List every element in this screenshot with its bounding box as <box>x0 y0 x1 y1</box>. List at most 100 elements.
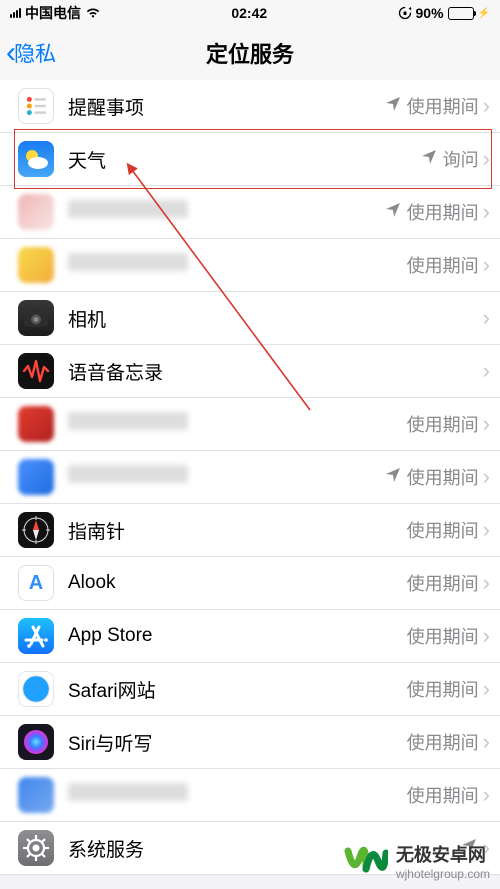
row-status-label: 使用期间 <box>407 623 479 649</box>
row-label: Safari网站 <box>68 676 407 703</box>
row-label: 提醒事项 <box>68 93 385 120</box>
chevron-right-icon: › <box>483 411 500 437</box>
blur2-app-icon <box>18 247 54 283</box>
row-status: 询问 <box>421 146 483 172</box>
row-label <box>68 465 385 489</box>
app-list: 提醒事项使用期间›天气询问›使用期间›使用期间›相机›语音备忘录›使用期间›使用… <box>0 80 500 875</box>
row-status-label: 使用期间 <box>407 570 479 596</box>
row-status: 使用期间 <box>385 93 483 119</box>
chevron-right-icon: › <box>483 146 500 172</box>
row-status: 使用期间 <box>407 570 483 596</box>
row-status-label: 使用期间 <box>407 464 479 490</box>
blur3-app-icon <box>18 406 54 442</box>
back-label: 隐私 <box>14 38 56 68</box>
page-title: 定位服务 <box>206 37 294 69</box>
row-status-label: 使用期间 <box>407 252 479 278</box>
row-siri[interactable]: Siri与听写使用期间› <box>0 716 500 769</box>
chevron-right-icon: › <box>483 570 500 596</box>
row-status: 使用期间 <box>407 782 483 808</box>
row-alook[interactable]: AAlook使用期间› <box>0 557 500 610</box>
row-status-label: 使用期间 <box>407 199 479 225</box>
chevron-right-icon: › <box>483 252 500 278</box>
redacted-label <box>68 412 188 430</box>
watermark-brand: 无极安卓网 <box>396 841 490 867</box>
clock-label: 02:42 <box>231 5 267 21</box>
row-status-label: 使用期间 <box>407 93 479 119</box>
watermark: 无极安卓网 wjhotelgroup.com <box>334 833 500 889</box>
row-label: 指南针 <box>68 517 407 544</box>
camera-app-icon <box>18 300 54 336</box>
cell-signal-icon <box>10 8 21 18</box>
row-status-label: 使用期间 <box>407 729 479 755</box>
voice-app-icon <box>18 353 54 389</box>
redacted-label <box>68 783 188 801</box>
chevron-right-icon: › <box>483 358 500 384</box>
row-label: 天气 <box>68 146 421 173</box>
location-arrow-icon <box>421 149 437 170</box>
blur5-app-icon <box>18 777 54 813</box>
row-label <box>68 200 385 224</box>
status-left: 中国电信 <box>10 3 101 23</box>
watermark-logo-icon <box>344 839 388 883</box>
row-status-label: 使用期间 <box>407 517 479 543</box>
location-arrow-icon <box>385 467 401 488</box>
weather-app-icon <box>18 141 54 177</box>
safari-app-icon <box>18 671 54 707</box>
chevron-right-icon: › <box>483 305 500 331</box>
row-status-label: 使用期间 <box>407 411 479 437</box>
row-compass[interactable]: 指南针使用期间› <box>0 504 500 557</box>
row-status: 使用期间 <box>407 411 483 437</box>
siri-app-icon <box>18 724 54 760</box>
row-blur4[interactable]: 使用期间› <box>0 451 500 504</box>
battery-pct-label: 90% <box>416 5 444 21</box>
carrier-label: 中国电信 <box>25 3 81 23</box>
location-arrow-icon <box>385 202 401 223</box>
watermark-text: 无极安卓网 wjhotelgroup.com <box>396 841 490 881</box>
nav-bar: ‹ 隐私 定位服务 <box>0 26 500 80</box>
row-label: App Store <box>68 625 407 647</box>
redacted-label <box>68 465 188 483</box>
chevron-right-icon: › <box>483 464 500 490</box>
row-status: 使用期间 <box>407 252 483 278</box>
status-right: 90% ⚡ <box>398 5 490 21</box>
row-voice[interactable]: 语音备忘录› <box>0 345 500 398</box>
row-label <box>68 412 407 436</box>
row-label: 语音备忘录 <box>68 358 479 385</box>
battery-icon <box>448 7 474 20</box>
chevron-right-icon: › <box>483 676 500 702</box>
row-status: 使用期间 <box>407 517 483 543</box>
row-label <box>68 783 407 807</box>
chevron-right-icon: › <box>483 199 500 225</box>
row-reminders[interactable]: 提醒事项使用期间› <box>0 80 500 133</box>
row-appstore[interactable]: App Store使用期间› <box>0 610 500 663</box>
chevron-right-icon: › <box>483 517 500 543</box>
row-camera[interactable]: 相机› <box>0 292 500 345</box>
appstore-app-icon <box>18 618 54 654</box>
row-status: 使用期间 <box>385 199 483 225</box>
row-blur1[interactable]: 使用期间› <box>0 186 500 239</box>
row-weather[interactable]: 天气询问› <box>0 133 500 186</box>
row-safari[interactable]: Safari网站使用期间› <box>0 663 500 716</box>
rotation-lock-icon <box>398 6 412 20</box>
system-app-icon <box>18 830 54 866</box>
chevron-right-icon: › <box>483 729 500 755</box>
row-blur5[interactable]: 使用期间› <box>0 769 500 822</box>
row-label <box>68 253 407 277</box>
row-label: 相机 <box>68 305 479 332</box>
chevron-right-icon: › <box>483 93 500 119</box>
chevron-right-icon: › <box>483 782 500 808</box>
row-blur2[interactable]: 使用期间› <box>0 239 500 292</box>
row-label: Siri与听写 <box>68 729 407 756</box>
back-button[interactable]: ‹ 隐私 <box>6 26 56 80</box>
row-status: 使用期间 <box>385 464 483 490</box>
row-status-label: 使用期间 <box>407 782 479 808</box>
row-status: 使用期间 <box>407 676 483 702</box>
row-blur3[interactable]: 使用期间› <box>0 398 500 451</box>
watermark-domain: wjhotelgroup.com <box>396 867 490 881</box>
wifi-icon <box>85 7 101 19</box>
redacted-label <box>68 253 188 271</box>
redacted-label <box>68 200 188 218</box>
compass-app-icon <box>18 512 54 548</box>
location-arrow-icon <box>385 96 401 117</box>
alook-app-icon: A <box>18 565 54 601</box>
